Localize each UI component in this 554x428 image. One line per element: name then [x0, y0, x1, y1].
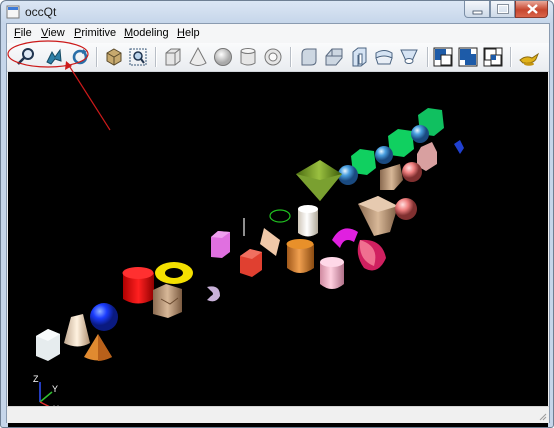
extrude-icon[interactable]: [348, 46, 370, 68]
green-circle-wire: [269, 209, 291, 223]
cream-truncated-cone-shape[interactable]: [64, 314, 90, 347]
app-icon: [6, 5, 20, 19]
minimize-button[interactable]: [464, 1, 490, 18]
maximize-icon: [497, 4, 509, 14]
pink-sphere-shape[interactable]: [395, 198, 417, 220]
cone-icon[interactable]: [187, 46, 209, 68]
white-cylinder-shape[interactable]: [298, 209, 318, 237]
cylinder-icon[interactable]: [237, 46, 259, 68]
toolbar-separator: [427, 47, 429, 67]
yellow-torus-hole: [165, 268, 183, 278]
reset-view-icon[interactable]: [103, 46, 125, 68]
3d-viewport[interactable]: Z Y X: [8, 72, 548, 427]
toolbar-separator: [96, 47, 98, 67]
fit-all-icon[interactable]: [127, 46, 149, 68]
axis-z-label: Z: [33, 374, 39, 384]
chamfer-icon[interactable]: [323, 46, 345, 68]
pink-cylinder-top: [320, 257, 344, 267]
tan-prism-shape[interactable]: [153, 284, 182, 318]
common-icon[interactable]: [482, 46, 504, 68]
client-area: File View Primitive Modeling Help Z Y: [6, 23, 550, 427]
blue-wedge-shape[interactable]: [454, 140, 464, 154]
close-icon: [527, 4, 538, 14]
peach-plane-shape[interactable]: [260, 228, 280, 256]
toolbar-separator: [155, 47, 157, 67]
light-blue-sphere-shape[interactable]: [411, 125, 429, 143]
pink-sphere-shape[interactable]: [402, 162, 422, 182]
menu-bar: File View Primitive Modeling Help: [7, 24, 549, 43]
toolbar: [7, 43, 549, 72]
window-title: occQt: [25, 5, 57, 19]
toolbar-separator: [510, 47, 512, 67]
cut-icon[interactable]: [432, 46, 454, 68]
magenta-pipe-shape[interactable]: [332, 228, 358, 248]
menu-view[interactable]: View: [41, 27, 65, 39]
white-cylinder-top: [298, 205, 318, 213]
fuse-icon[interactable]: [457, 46, 479, 68]
scene: Z Y X: [33, 108, 464, 414]
pan-icon[interactable]: [43, 46, 65, 68]
toolbar-separator: [290, 47, 292, 67]
about-icon[interactable]: [518, 46, 540, 68]
tan-twisted-shape[interactable]: [380, 164, 403, 190]
zoom-icon[interactable]: [15, 46, 37, 68]
menu-modeling[interactable]: Modeling: [124, 27, 169, 39]
maximize-button[interactable]: [490, 1, 515, 18]
menu-file[interactable]: File: [14, 27, 32, 39]
loft-icon[interactable]: [398, 46, 420, 68]
menu-help[interactable]: Help: [177, 27, 200, 39]
title-bar[interactable]: occQt: [1, 1, 553, 23]
app-window: occQt File View Primitive Modeling Help: [0, 0, 554, 428]
close-button[interactable]: [515, 1, 548, 18]
resize-grip-icon[interactable]: [537, 411, 547, 421]
orange-cylinder-top: [286, 239, 314, 249]
red-cylinder-top: [122, 267, 154, 279]
status-bar: [7, 406, 549, 423]
rotate-icon[interactable]: [69, 46, 91, 68]
menu-primitive[interactable]: Primitive: [74, 27, 116, 39]
lavender-pipe-shape[interactable]: [207, 286, 220, 302]
blue-sphere-shape[interactable]: [90, 303, 118, 331]
fillet-icon[interactable]: [298, 46, 320, 68]
axis-y-label: Y: [52, 384, 58, 394]
light-blue-sphere-shape[interactable]: [375, 146, 393, 164]
revolve-icon[interactable]: [373, 46, 395, 68]
minimize-icon: [472, 10, 483, 15]
box-icon[interactable]: [162, 46, 184, 68]
orange-cone-shade: [98, 334, 112, 361]
sphere-icon[interactable]: [212, 46, 234, 68]
torus-icon[interactable]: [262, 46, 284, 68]
